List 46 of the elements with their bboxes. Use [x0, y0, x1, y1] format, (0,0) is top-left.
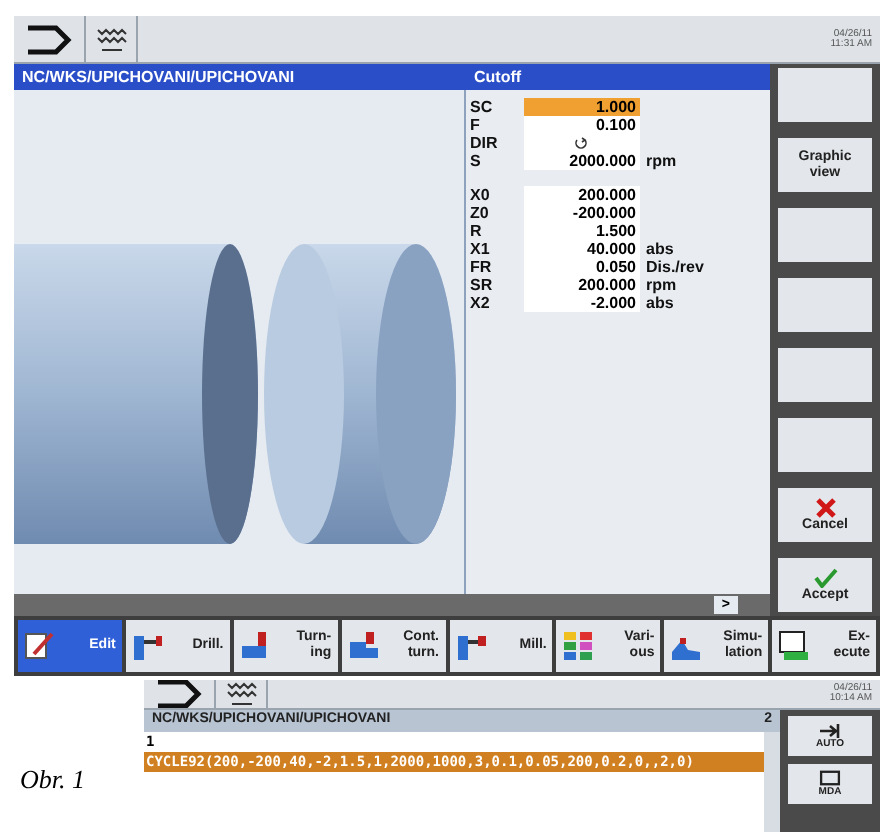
turning-icon — [239, 630, 272, 662]
parameter-label: FR — [470, 259, 494, 275]
parameter-label: SC — [470, 99, 495, 115]
drill-icon — [131, 630, 164, 662]
contour-icon — [347, 630, 380, 662]
parameter-field[interactable]: 1.500 — [524, 222, 640, 240]
parameter-label: DIR — [470, 135, 500, 151]
exit-icon[interactable] — [153, 680, 205, 708]
parameter-label: F — [470, 117, 482, 133]
parameter-field[interactable]: 200.000 — [524, 276, 640, 294]
scrollbar[interactable] — [764, 732, 780, 832]
panel-title: Cutoff — [472, 65, 522, 89]
parameter-label: X0 — [470, 187, 492, 203]
parameter-label: S — [470, 153, 483, 169]
unit-text: abs — [646, 295, 674, 311]
parameter-field[interactable]: -200.000 — [524, 204, 640, 222]
parameter-label: X1 — [470, 241, 492, 257]
pencil-icon — [24, 630, 56, 662]
box-icon — [818, 770, 842, 786]
rotation-icon — [574, 136, 588, 150]
parameter-field[interactable]: 2000.000 — [524, 152, 640, 170]
arrow-into-box-icon — [818, 722, 842, 740]
nc-screen-icon — [778, 630, 811, 662]
unit-text: Dis./rev — [646, 259, 704, 275]
parameter-field[interactable]: -2.000 — [524, 294, 640, 312]
program-path: NC/WKS/UPICHOVANI/UPICHOVANI — [20, 65, 297, 89]
wave-icon[interactable] — [95, 23, 127, 55]
check-icon — [813, 567, 837, 588]
parameter-field[interactable]: 0.050 — [524, 258, 640, 276]
parameter-field[interactable]: 200.000 — [524, 186, 640, 204]
parameter-label: SR — [470, 277, 495, 293]
parameter-field[interactable]: 0.100 — [524, 116, 640, 134]
parameter-field[interactable]: 1.000 — [524, 98, 640, 116]
cross-icon — [815, 497, 835, 518]
figure-caption: Obr. 1 — [20, 762, 86, 798]
wave-icon[interactable] — [225, 680, 257, 708]
color-blocks-icon — [562, 630, 595, 662]
exit-icon[interactable] — [23, 23, 75, 55]
unit-text: abs — [646, 241, 674, 257]
parameter-label: R — [470, 223, 484, 239]
unit-text: rpm — [646, 153, 677, 169]
parameter-field[interactable]: 40.000 — [524, 240, 640, 258]
unit-text: rpm — [646, 277, 677, 293]
parameter-label: Z0 — [470, 205, 491, 221]
parameter-label: X2 — [470, 295, 492, 311]
mill-icon — [455, 630, 487, 662]
